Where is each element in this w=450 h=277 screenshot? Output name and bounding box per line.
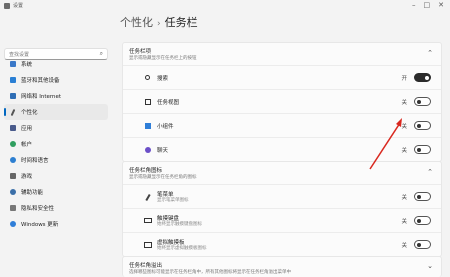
setting-label: 聊天 [157, 148, 169, 154]
keyboard-icon [144, 218, 152, 223]
section-subtitle: 选择哪些图标可能显示在任务栏角中，所有其他图标将显示在任务栏角溢出菜单中 [129, 270, 291, 275]
toggle-state-text: 关 [401, 243, 407, 249]
breadcrumb-separator: › [157, 19, 161, 29]
shield-icon [10, 205, 16, 211]
sidebar-nav: 系统 蓝牙和其他设备 网络和 Internet 个性化 应用 帐户 时间和语言 … [4, 56, 108, 232]
setting-row-virtual-touchpad: 虚拟触摸板 始终显示虚拟触摸板图标 关 [123, 232, 441, 256]
setting-label: 任务视图 [157, 100, 180, 106]
widgets-toggle[interactable] [414, 121, 431, 130]
section-title: 任务栏角图标 [129, 168, 163, 174]
virtual-touchpad-toggle[interactable] [414, 240, 431, 249]
sidebar-item-bluetooth[interactable]: 蓝牙和其他设备 [4, 72, 108, 88]
section-title: 任务栏角溢出 [129, 263, 163, 269]
close-icon[interactable]: ✕ [438, 1, 444, 9]
toggle-state-text: 关 [401, 219, 407, 225]
sidebar-item-label: 时间和语言 [21, 158, 49, 164]
widgets-icon [145, 123, 151, 129]
setting-label: 小组件 [157, 124, 174, 130]
section-header[interactable]: 任务栏项 显示或隐藏显示在任务栏上的按钮 ⌃ [123, 43, 441, 65]
sidebar-item-label: 隐私和安全性 [21, 206, 55, 212]
update-icon [10, 221, 16, 227]
search-toggle[interactable] [414, 73, 431, 82]
touch-keyboard-toggle[interactable] [414, 216, 431, 225]
section-header[interactable]: 任务栏角图标 显示或隐藏显示在任务栏角的图标 ⌃ [123, 162, 441, 184]
brush-icon [10, 108, 16, 117]
toggle-state-text: 关 [401, 148, 407, 154]
chat-toggle[interactable] [414, 145, 431, 154]
chevron-down-icon[interactable]: ⌄ [427, 262, 433, 270]
toggle-state-text: 开 [401, 76, 407, 82]
setting-row-search: 搜索 开 [123, 65, 441, 89]
section-header[interactable]: 任务栏角溢出 选择哪些图标可能显示在任务栏角中，所有其他图标将显示在任务栏角溢出… [123, 257, 441, 277]
chevron-up-icon[interactable]: ⌃ [427, 49, 433, 57]
section-title: 任务栏项 [129, 49, 152, 55]
touchpad-icon [144, 242, 152, 248]
setting-row-task-view: 任务视图 关 [123, 89, 441, 113]
task-view-icon [145, 99, 151, 105]
pen-icon [145, 193, 151, 202]
taskbar-items-section: 任务栏项 显示或隐藏显示在任务栏上的按钮 ⌃ 搜索 开 任务视图 关 小组件 关… [122, 42, 442, 162]
setting-row-widgets: 小组件 关 [123, 113, 441, 137]
account-icon [10, 141, 16, 147]
section-subtitle: 显示或隐藏显示在任务栏上的按钮 [129, 56, 197, 61]
sidebar-item-label: 帐户 [21, 142, 33, 148]
bluetooth-devices-icon [10, 77, 16, 83]
sidebar-item-label: 蓝牙和其他设备 [21, 78, 60, 84]
sidebar-item-apps[interactable]: 应用 [4, 120, 108, 136]
search-icon [145, 75, 150, 80]
section-subtitle: 显示或隐藏显示在任务栏角的图标 [129, 175, 197, 180]
sidebar-item-system[interactable]: 系统 [4, 56, 108, 72]
sidebar-item-windows-update[interactable]: Windows 更新 [4, 216, 108, 232]
corner-overflow-section: 任务栏角溢出 选择哪些图标可能显示在任务栏角中，所有其他图标将显示在任务栏角溢出… [122, 256, 442, 277]
breadcrumb-current: 任务栏 [164, 16, 198, 29]
sidebar-item-network[interactable]: 网络和 Internet [4, 88, 108, 104]
sidebar-item-label: 网络和 Internet [21, 94, 62, 100]
page-title: 个性化 › 任务栏 [120, 14, 198, 30]
sidebar-item-privacy[interactable]: 隐私和安全性 [4, 200, 108, 216]
monitor-icon [10, 61, 16, 67]
sidebar-item-label: 系统 [21, 62, 33, 68]
setting-description: 显示笔菜单图标 [157, 198, 189, 203]
sidebar-item-label: 辅助功能 [21, 190, 44, 196]
apps-icon [10, 125, 16, 131]
sidebar-item-personalization[interactable]: 个性化 [4, 104, 108, 120]
sidebar-item-label: 应用 [21, 126, 33, 132]
settings-app-icon [4, 3, 10, 9]
setting-description: 始终显示触摸键盘图标 [157, 222, 202, 227]
maximize-icon[interactable]: □ [424, 1, 431, 9]
setting-row-pen-menu: 笔菜单 显示笔菜单图标 关 [123, 184, 441, 208]
sidebar-item-accounts[interactable]: 帐户 [4, 136, 108, 152]
window-title: 设置 [13, 3, 24, 9]
minimize-icon[interactable]: – [412, 1, 416, 9]
window-controls: – □ ✕ [412, 1, 444, 9]
network-icon [10, 93, 16, 99]
setting-label: 搜索 [157, 76, 169, 82]
pen-menu-toggle[interactable] [414, 192, 431, 201]
task-view-toggle[interactable] [414, 97, 431, 106]
toggle-state-text: 关 [401, 124, 407, 130]
sidebar-item-accessibility[interactable]: 辅助功能 [4, 184, 108, 200]
gamepad-icon [10, 173, 16, 179]
sidebar-item-label: 个性化 [21, 110, 38, 116]
chat-icon [145, 147, 151, 153]
setting-row-touch-keyboard: 触摸键盘 始终显示触摸键盘图标 关 [123, 208, 441, 232]
toggle-state-text: 关 [401, 195, 407, 201]
globe-clock-icon [10, 157, 16, 163]
title-bar: 设置 – □ ✕ [0, 0, 450, 14]
sidebar-item-label: 游戏 [21, 174, 33, 180]
toggle-state-text: 关 [401, 100, 407, 106]
sidebar-item-label: Windows 更新 [21, 222, 59, 228]
corner-icons-section: 任务栏角图标 显示或隐藏显示在任务栏角的图标 ⌃ 笔菜单 显示笔菜单图标 关 触… [122, 161, 442, 257]
breadcrumb-personalization[interactable]: 个性化 [120, 16, 153, 29]
sidebar-item-time-language[interactable]: 时间和语言 [4, 152, 108, 168]
chevron-up-icon[interactable]: ⌃ [427, 168, 433, 176]
setting-row-chat: 聊天 关 [123, 137, 441, 161]
sidebar-item-gaming[interactable]: 游戏 [4, 168, 108, 184]
accessibility-icon [10, 189, 16, 195]
setting-description: 始终显示虚拟触摸板图标 [157, 246, 207, 251]
